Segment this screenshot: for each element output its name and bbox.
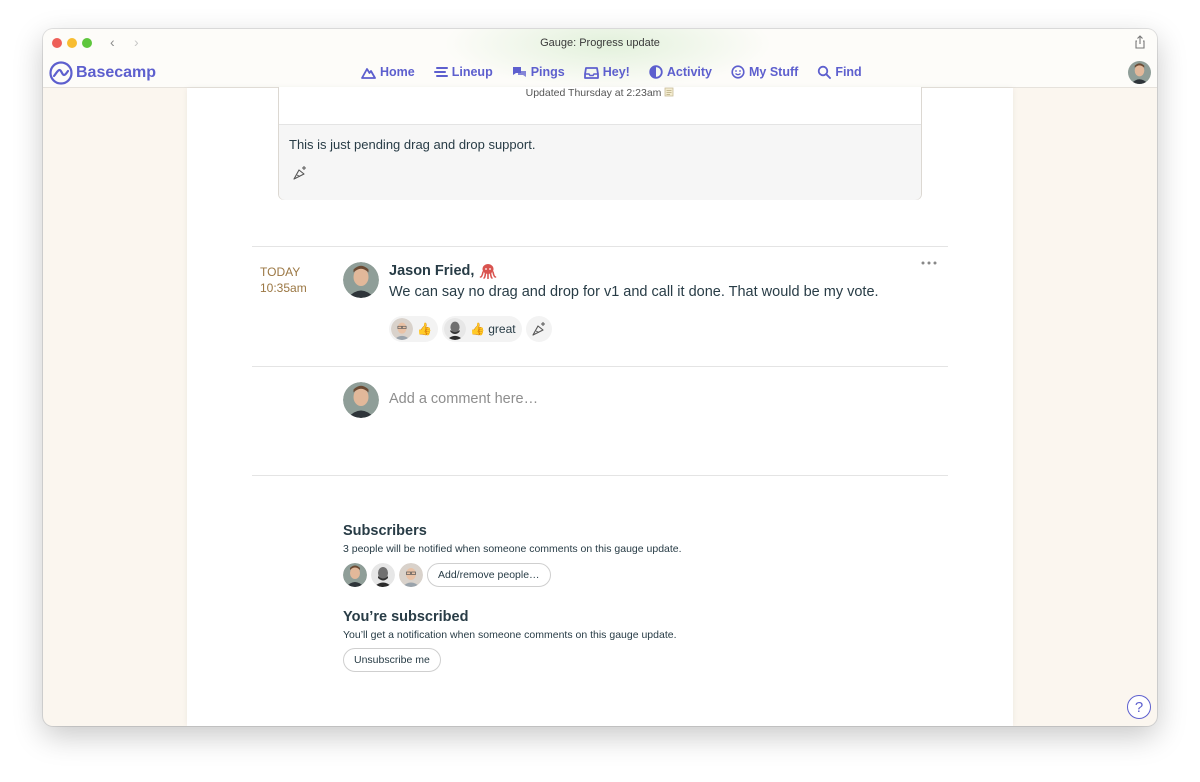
boost-content: 👍 great bbox=[469, 322, 516, 336]
basecamp-logo-text: Basecamp bbox=[76, 64, 157, 81]
nav-pings-label: Pings bbox=[530, 65, 565, 79]
add-boost-button[interactable] bbox=[525, 316, 552, 342]
avatar bbox=[1128, 61, 1151, 84]
nav-home[interactable]: Home bbox=[361, 65, 415, 79]
help-button[interactable]: ? bbox=[1127, 695, 1151, 719]
nav-my-stuff[interactable]: My Stuff bbox=[731, 65, 798, 79]
divider bbox=[252, 246, 948, 247]
home-mountain-icon bbox=[361, 67, 376, 79]
subscribed-title: You’re subscribed bbox=[343, 609, 469, 625]
avatar bbox=[343, 382, 379, 418]
update-meta-text: Updated Thursday at 2:23am bbox=[525, 87, 662, 99]
add-boost-icon bbox=[532, 321, 546, 336]
nav-lineup[interactable]: Lineup bbox=[433, 65, 493, 79]
comment-time[interactable]: 10:35am bbox=[260, 281, 307, 295]
window-title: Gauge: Progress update bbox=[540, 37, 660, 49]
subscriber-avatar[interactable] bbox=[371, 563, 395, 587]
nav-activity[interactable]: Activity bbox=[649, 65, 712, 79]
nav-find[interactable]: Find bbox=[817, 65, 862, 79]
nav-home-label: Home bbox=[380, 65, 415, 79]
update-text: This is just pending drag and drop suppo… bbox=[289, 137, 536, 152]
add-remove-people-button[interactable]: Add/remove people… bbox=[427, 563, 551, 587]
basecamp-logo-icon bbox=[49, 61, 73, 85]
share-icon[interactable] bbox=[1133, 35, 1147, 49]
composer-avatar bbox=[343, 382, 379, 418]
hey-inbox-icon bbox=[583, 66, 599, 79]
boost-avatar bbox=[391, 318, 413, 340]
boost[interactable]: 👍 bbox=[389, 316, 438, 342]
comment-author-name: Jason Fried, bbox=[389, 263, 475, 279]
avatar bbox=[343, 262, 379, 298]
octopus-icon bbox=[480, 264, 497, 279]
activity-icon bbox=[649, 65, 663, 79]
nav-my-stuff-label: My Stuff bbox=[749, 65, 799, 79]
smiley-icon bbox=[731, 65, 745, 79]
subscriber-avatar[interactable] bbox=[343, 563, 367, 587]
boosts-row: 👍 👍 great bbox=[389, 316, 552, 342]
boost-content: 👍 bbox=[417, 322, 432, 336]
gauge-update-card: Updated Thursday at 2:23am This is just … bbox=[278, 87, 922, 200]
subscriber-avatar[interactable] bbox=[399, 563, 423, 587]
search-icon bbox=[818, 65, 832, 79]
lineup-icon bbox=[433, 67, 448, 77]
subscribed-description: You’ll get a notification when someone c… bbox=[343, 629, 677, 641]
nav-activity-label: Activity bbox=[666, 65, 712, 79]
comment-author-avatar[interactable] bbox=[343, 262, 379, 298]
app-window: ‹ › Gauge: Progress update Basecamp Home… bbox=[43, 29, 1157, 726]
pings-chat-icon bbox=[512, 66, 526, 77]
add-boost-icon[interactable] bbox=[291, 165, 308, 182]
comment-text: We can say no drag and drop for v1 and c… bbox=[389, 284, 879, 300]
notes-icon[interactable] bbox=[664, 87, 674, 97]
comment-input[interactable]: Add a comment here… bbox=[389, 391, 538, 407]
subscribers-list: Add/remove people… bbox=[343, 563, 551, 587]
main-content: Updated Thursday at 2:23am This is just … bbox=[187, 87, 1013, 726]
nav-lineup-label: Lineup bbox=[451, 65, 493, 79]
boost-avatar bbox=[443, 318, 466, 340]
title-bar: ‹ › Gauge: Progress update Basecamp Home… bbox=[43, 29, 1157, 89]
update-body: This is just pending drag and drop suppo… bbox=[279, 124, 921, 200]
boost[interactable]: 👍 great bbox=[441, 316, 522, 342]
top-navigation: Home Lineup Pings Hey! Activity My Stuff bbox=[361, 65, 881, 79]
comment-author[interactable]: Jason Fried, bbox=[389, 263, 497, 279]
divider bbox=[252, 475, 948, 476]
subscribers-description: 3 people will be notified when someone c… bbox=[343, 543, 682, 555]
comment-day[interactable]: TODAY bbox=[260, 265, 300, 279]
account-avatar[interactable] bbox=[1128, 61, 1151, 89]
subscribers-title: Subscribers bbox=[343, 523, 427, 539]
divider bbox=[252, 366, 948, 367]
update-meta: Updated Thursday at 2:23am bbox=[279, 87, 921, 99]
nav-find-label: Find bbox=[835, 65, 862, 79]
basecamp-logo[interactable]: Basecamp bbox=[49, 61, 156, 85]
unsubscribe-button[interactable]: Unsubscribe me bbox=[343, 648, 441, 672]
nav-hey-label: Hey! bbox=[602, 65, 630, 79]
more-options-icon[interactable] bbox=[921, 260, 937, 266]
nav-hey[interactable]: Hey! bbox=[583, 65, 630, 79]
nav-pings[interactable]: Pings bbox=[512, 65, 565, 79]
help-icon: ? bbox=[1134, 698, 1144, 716]
